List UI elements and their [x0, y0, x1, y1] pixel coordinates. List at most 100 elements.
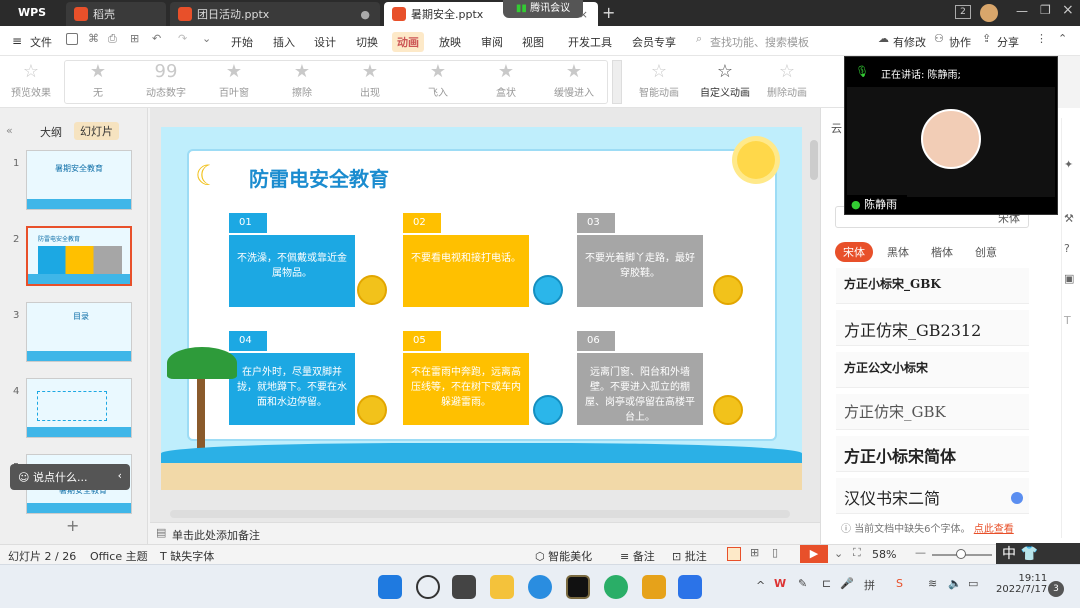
- search-icon[interactable]: [416, 575, 440, 599]
- slide[interactable]: ☾ 防雷电安全教育 01 不洗澡，不佩戴或靠近金属物品。 02 不要看电视和接打…: [161, 127, 802, 490]
- effect-appear[interactable]: ★ 出现: [339, 60, 401, 104]
- restore-icon[interactable]: ❐: [1040, 3, 1051, 17]
- filter-creative[interactable]: 创意: [975, 244, 997, 260]
- font-item[interactable]: 方正仿宋_GBK: [836, 394, 1029, 430]
- horizontal-scrollbar[interactable]: [170, 510, 790, 518]
- fit-window-icon[interactable]: ⛶: [853, 546, 861, 560]
- tab-slides[interactable]: 幻灯片: [74, 122, 119, 140]
- comment-button[interactable]: ⊡ 批注: [672, 548, 707, 564]
- search-input[interactable]: 查找功能、搜索模板: [710, 34, 809, 50]
- normal-view-icon[interactable]: [727, 547, 741, 561]
- text-icon[interactable]: T: [1064, 314, 1071, 327]
- effect-blinds[interactable]: ★ 百叶窗: [203, 60, 265, 104]
- canvas-scrollbar[interactable]: [810, 140, 818, 180]
- menu-icon[interactable]: ≡: [12, 34, 22, 48]
- help-icon[interactable]: ?: [1064, 242, 1070, 255]
- ime-indicator[interactable]: 中 👕: [996, 543, 1080, 565]
- undo-icon[interactable]: ↶: [152, 32, 161, 45]
- meeting-badge[interactable]: ▮▮ 腾讯会议: [503, 0, 583, 18]
- ime-tray-icon[interactable]: 拼: [864, 577, 875, 593]
- tools-icon[interactable]: ⚒: [1064, 212, 1074, 225]
- missing-font-status[interactable]: T 缺失字体: [160, 548, 214, 564]
- add-slide-icon[interactable]: +: [66, 516, 79, 535]
- pin-icon[interactable]: ✦: [1064, 158, 1073, 171]
- font-item[interactable]: 方正仿宋_GB2312: [836, 310, 1029, 346]
- zoom-level[interactable]: 58%: [872, 548, 896, 561]
- app-tray-icon[interactable]: S: [896, 577, 903, 590]
- collapse-pane-icon[interactable]: «: [6, 124, 13, 137]
- task-view-icon[interactable]: [452, 575, 476, 599]
- danmaku-input[interactable]: ☺ 说点什么... ‹: [10, 464, 130, 490]
- tab-outline[interactable]: 大纲: [40, 124, 62, 140]
- beautify-button[interactable]: ⬡ 智能美化: [535, 548, 592, 564]
- wps-icon[interactable]: [566, 575, 590, 599]
- notes-button[interactable]: ≡ 备注: [620, 548, 655, 564]
- tab-insert[interactable]: 插入: [273, 34, 295, 50]
- new-tab-icon[interactable]: +: [602, 3, 615, 22]
- slide-sorter-icon[interactable]: ⊞: [750, 546, 759, 559]
- tab-design[interactable]: 设计: [314, 34, 336, 50]
- browser-icon[interactable]: [528, 575, 552, 599]
- custom-animation-button[interactable]: ☆ 自定义动画: [694, 60, 756, 104]
- close-window-icon[interactable]: ×: [1062, 2, 1074, 18]
- dropdown-icon[interactable]: ⌄: [834, 547, 843, 560]
- page-indicator[interactable]: 2: [955, 5, 971, 19]
- security-shield-icon[interactable]: [642, 575, 666, 599]
- windows-start-icon[interactable]: [378, 575, 402, 599]
- zoom-slider-handle[interactable]: [956, 549, 966, 559]
- meeting-video-window[interactable]: 🎙 正在讲话: 陈静雨; ● 陈静雨: [844, 56, 1058, 215]
- pen-icon[interactable]: ✎: [798, 577, 807, 590]
- tab-slideshow[interactable]: 放映: [439, 34, 461, 50]
- file-menu[interactable]: 文件: [30, 34, 52, 50]
- wps-logo[interactable]: WPS: [6, 5, 58, 21]
- slide-thumb-3[interactable]: 目录: [26, 302, 132, 362]
- font-item[interactable]: 方正小标宋简体: [836, 436, 1029, 472]
- tab-review[interactable]: 审阅: [481, 34, 503, 50]
- chevron-left-icon[interactable]: ‹: [118, 469, 122, 482]
- battery-icon[interactable]: ▭: [968, 577, 978, 590]
- tab-developer[interactable]: 开发工具: [568, 34, 612, 50]
- tab-view[interactable]: 视图: [522, 34, 544, 50]
- slide-thumb-2[interactable]: 防雷电安全教育: [26, 226, 132, 286]
- effect-wipe[interactable]: ★ 擦除: [271, 60, 333, 104]
- preview-effect-button[interactable]: ☆ 预览效果: [0, 60, 62, 104]
- effect-none[interactable]: ★ 无: [67, 60, 129, 104]
- font-item[interactable]: 方正公文小标宋: [836, 352, 1029, 388]
- minimize-icon[interactable]: —: [1016, 4, 1028, 18]
- zoom-out-icon[interactable]: —: [915, 546, 926, 559]
- wechat-icon[interactable]: [604, 575, 628, 599]
- font-item[interactable]: 汉仪书宋二简: [836, 478, 1029, 514]
- effect-slow-in[interactable]: ★ 缓慢进入: [543, 60, 605, 104]
- filter-kaiti[interactable]: 楷体: [931, 244, 953, 260]
- redo-icon[interactable]: ↷: [178, 32, 187, 45]
- collab-button[interactable]: 协作: [949, 34, 971, 50]
- play-slideshow-icon[interactable]: ▶: [800, 545, 828, 563]
- file-explorer-icon[interactable]: [490, 575, 514, 599]
- slide-thumb-4[interactable]: [26, 378, 132, 438]
- tab-animation[interactable]: 动画: [392, 32, 424, 52]
- wifi-icon[interactable]: ≋: [928, 577, 937, 590]
- avatar[interactable]: [980, 4, 998, 22]
- reading-view-icon[interactable]: ▯: [772, 546, 778, 559]
- tab-transition[interactable]: 切换: [356, 34, 378, 50]
- slide-thumb-1[interactable]: 暑期安全教育: [26, 150, 132, 210]
- print-icon[interactable]: ⎙: [108, 32, 117, 46]
- meeting-app-icon[interactable]: [678, 575, 702, 599]
- view-missing-link[interactable]: 点此查看: [974, 524, 1014, 535]
- wps-tray-icon[interactable]: W: [774, 577, 786, 590]
- more-icon[interactable]: ⌄: [202, 32, 211, 45]
- filter-heiti[interactable]: 黑体: [887, 244, 909, 260]
- tab-tuanri[interactable]: 团日活动.pptx ●: [170, 2, 380, 26]
- font-item[interactable]: 方正小标宋_GBK: [836, 268, 1029, 304]
- delete-animation-button[interactable]: ☆ 删除动画: [756, 60, 818, 104]
- crop-icon[interactable]: ⊏: [822, 577, 831, 590]
- effect-fly-in[interactable]: ★ 飞入: [407, 60, 469, 104]
- format-painter-icon[interactable]: ⌘: [88, 32, 99, 45]
- effect-box[interactable]: ★ 盒状: [475, 60, 537, 104]
- notification-badge[interactable]: 3: [1048, 581, 1064, 597]
- filter-songti[interactable]: 宋体: [835, 242, 873, 262]
- tab-start[interactable]: 开始: [231, 34, 253, 50]
- volume-icon[interactable]: 🔈: [948, 577, 962, 590]
- share-button[interactable]: 分享: [997, 34, 1019, 50]
- effect-dynamic-number[interactable]: 99 动态数字: [135, 60, 197, 104]
